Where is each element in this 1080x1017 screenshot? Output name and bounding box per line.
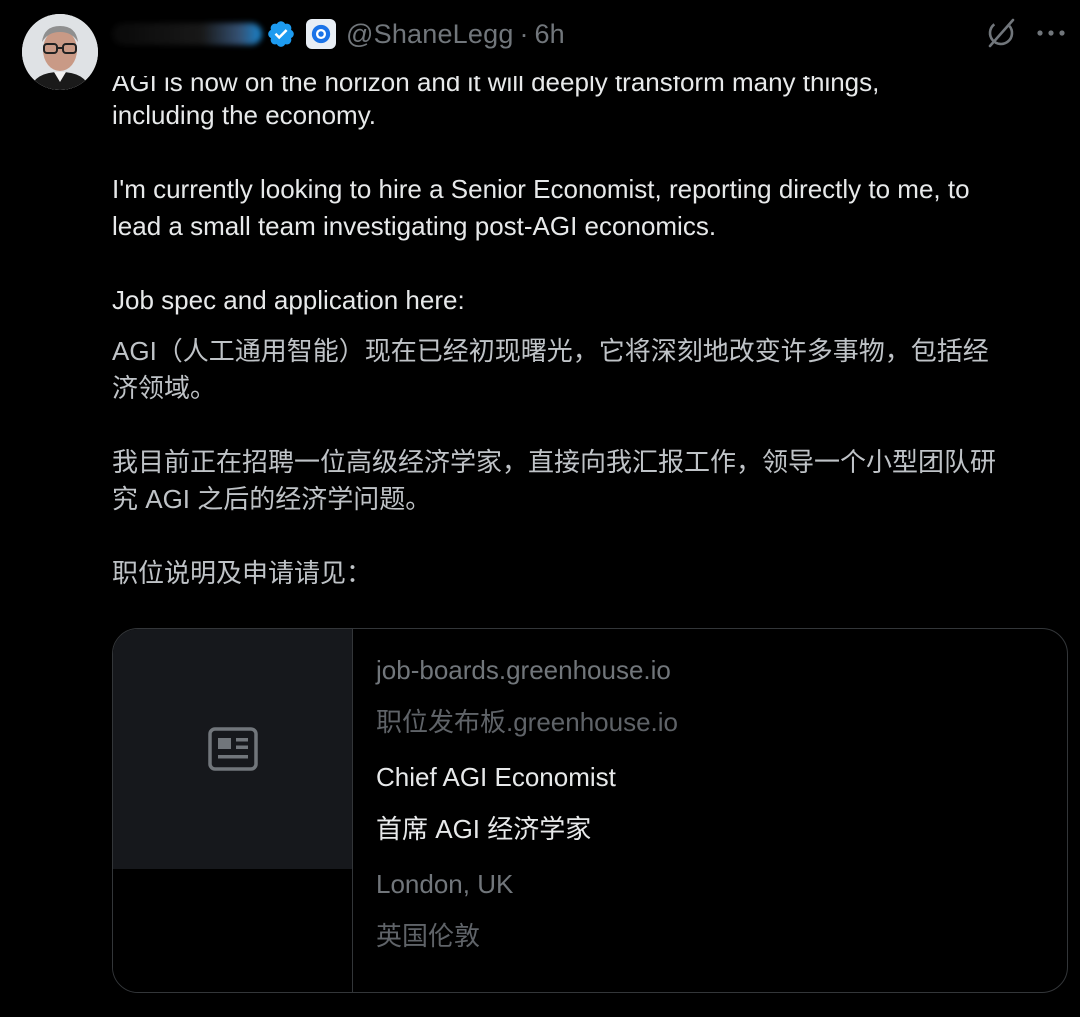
tweet-header: @ShaneLegg · 6h [112,14,565,54]
affiliation-badge-icon[interactable] [306,19,336,49]
grok-icon[interactable] [984,16,1018,50]
card-location: London, UK [376,869,514,899]
card-domain: job-boards.greenhouse.io [376,655,671,685]
card-thumbnail-placeholder [113,629,352,869]
avatar[interactable] [22,14,98,90]
tweet-text-line: lead a small team investigating post-AGI… [112,211,717,241]
tweet-text-line: Job spec and application here: [112,285,465,315]
tweet-text-line-cut: AGI is now on the horizon and it will de… [112,60,1072,97]
link-preview-card[interactable]: job-boards.greenhouse.io 职位发布板.greenhous… [112,628,1068,993]
header-separator: · [519,18,529,49]
tweet-text-line: I'm currently looking to hire a Senior E… [112,174,970,204]
card-info[interactable]: job-boards.greenhouse.io 职位发布板.greenhous… [353,629,1067,992]
translation-line: AGI（人工通用智能）现在已经初现曙光，它将深刻地改变许多事物，包括经 [112,336,989,366]
translation-line: 职位说明及申请请见： [112,558,373,588]
card-domain-translation: 职位发布板.greenhouse.io [376,707,679,737]
card-thumbnail[interactable] [113,629,353,992]
affiliation-logo-icon [311,24,331,44]
article-icon [207,727,258,771]
avatar-photo [22,14,98,90]
card-title-translation: 首席 AGI 经济学家 [376,814,592,844]
card-location-translation: 英国伦敦 [376,921,481,951]
card-title: Chief AGI Economist [376,762,616,792]
user-handle[interactable]: @ShaneLegg [346,19,514,50]
translation-line: 究 AGI 之后的经济学问题。 [112,484,432,514]
more-options-icon[interactable] [1034,18,1068,48]
verified-badge-icon [268,21,294,47]
translation-line: 济领域。 [112,373,217,403]
tweet-text-line: including the economy. [112,100,377,130]
display-name-redacted[interactable] [112,23,262,45]
tweet-text-first-line: AGI is now on the horizon and it will de… [112,67,880,97]
timestamp[interactable]: 6h [535,19,565,50]
translation-line: 我目前正在招聘一位高级经济学家，直接向我汇报工作，领导一个小型团队研 [112,447,997,477]
